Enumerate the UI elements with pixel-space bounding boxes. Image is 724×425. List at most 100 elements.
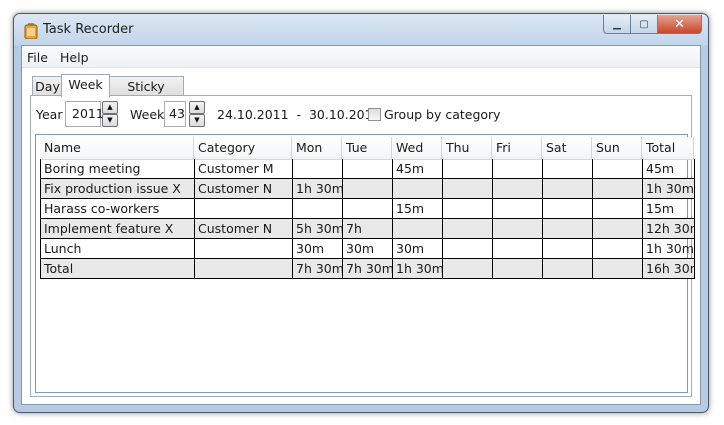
cell-fri[interactable] xyxy=(493,159,543,178)
cell-total[interactable]: 16h 30m xyxy=(643,259,695,278)
cell-thu[interactable] xyxy=(443,199,493,218)
year-up-button[interactable]: ▲ xyxy=(102,101,118,114)
cell-fri[interactable] xyxy=(493,219,543,238)
tab-day[interactable]: Day xyxy=(32,76,63,96)
minimize-icon: ▁ xyxy=(613,18,621,30)
cell-sun[interactable] xyxy=(593,179,643,198)
tab-week[interactable]: Week xyxy=(61,74,110,97)
group-by-category-checkbox[interactable] xyxy=(368,108,381,121)
cell-sat[interactable] xyxy=(543,259,593,278)
week-up-button[interactable]: ▲ xyxy=(189,101,205,114)
cell-name[interactable]: Lunch xyxy=(41,239,195,258)
cell-sat[interactable] xyxy=(543,179,593,198)
year-label: Year xyxy=(36,107,63,122)
cell-tue[interactable] xyxy=(343,199,393,218)
cell-fri[interactable] xyxy=(493,239,543,258)
cell-category[interactable]: Customer N xyxy=(195,179,293,198)
cell-mon[interactable]: 30m xyxy=(293,239,343,258)
column-header-wed[interactable]: Wed xyxy=(392,137,442,159)
column-header-sun[interactable]: Sun xyxy=(592,137,642,159)
column-header-fri[interactable]: Fri xyxy=(492,137,542,159)
table-row[interactable]: Boring meeting Customer M 45m 45m xyxy=(41,159,695,179)
cell-mon[interactable] xyxy=(293,199,343,218)
cell-total[interactable]: 15m xyxy=(643,199,695,218)
table-row[interactable]: Fix production issue X Customer N 1h 30m 1h… xyxy=(41,179,695,199)
minimize-button[interactable]: ▁ xyxy=(603,15,631,34)
group-by-category-label[interactable]: Group by category xyxy=(384,107,501,122)
cell-wed[interactable] xyxy=(393,179,443,198)
cell-total[interactable]: 12h 30m xyxy=(643,219,695,238)
cell-category[interactable]: Customer N xyxy=(195,219,293,238)
table-row[interactable]: Harass co-workers 15m 15m xyxy=(41,199,695,219)
cell-fri[interactable] xyxy=(493,259,543,278)
cell-mon[interactable]: 7h 30m xyxy=(293,259,343,278)
cell-sat[interactable] xyxy=(543,219,593,238)
column-header-total[interactable]: Total xyxy=(642,137,694,159)
cell-sun[interactable] xyxy=(593,159,643,178)
week-down-button[interactable]: ▼ xyxy=(189,114,205,127)
cell-sat[interactable] xyxy=(543,199,593,218)
year-input[interactable]: 2011 xyxy=(65,101,104,127)
grid-header: Name Category Mon Tue Wed Thu Fri Sat Sun Total xyxy=(40,137,694,160)
cell-name[interactable]: Implement feature X xyxy=(41,219,195,238)
maximize-button[interactable]: ▢ xyxy=(630,15,658,34)
cell-name[interactable]: Total xyxy=(41,259,195,278)
week-input[interactable]: 43 xyxy=(164,101,186,127)
cell-tue[interactable]: 30m xyxy=(343,239,393,258)
tab-sticky-tasks[interactable]: Sticky tasks xyxy=(108,76,184,113)
cell-category[interactable]: Customer M xyxy=(195,159,293,178)
cell-name[interactable]: Boring meeting xyxy=(41,159,195,178)
table-row[interactable]: Lunch 30m 30m 30m 1h 30m xyxy=(41,239,695,259)
cell-total[interactable]: 45m xyxy=(643,159,695,178)
cell-thu[interactable] xyxy=(443,259,493,278)
menu-file[interactable]: File xyxy=(27,50,48,65)
cell-thu[interactable] xyxy=(443,179,493,198)
close-button[interactable]: ✕ xyxy=(657,15,702,34)
cell-fri[interactable] xyxy=(493,179,543,198)
totals-row[interactable]: Total7h 30m7h 30m1h 30m16h 30m xyxy=(41,259,695,279)
cell-fri[interactable] xyxy=(493,199,543,218)
year-down-button[interactable]: ▼ xyxy=(102,114,118,127)
cell-name[interactable]: Fix production issue X xyxy=(41,179,195,198)
cell-total[interactable]: 1h 30m xyxy=(643,179,695,198)
menu-help[interactable]: Help xyxy=(60,50,89,65)
cell-sat[interactable] xyxy=(543,239,593,258)
cell-wed[interactable]: 30m xyxy=(393,239,443,258)
cell-category[interactable] xyxy=(195,239,293,258)
cell-sun[interactable] xyxy=(593,219,643,238)
cell-category[interactable] xyxy=(195,259,293,278)
cell-thu[interactable] xyxy=(443,239,493,258)
cell-total[interactable]: 1h 30m xyxy=(643,239,695,258)
cell-tue[interactable] xyxy=(343,179,393,198)
column-header-tue[interactable]: Tue xyxy=(342,137,392,159)
menu-bar: File Help xyxy=(22,46,700,68)
cell-wed[interactable]: 15m xyxy=(393,199,443,218)
cell-mon[interactable]: 5h 30m xyxy=(293,219,343,238)
cell-category[interactable] xyxy=(195,199,293,218)
cell-mon[interactable] xyxy=(293,159,343,178)
cell-wed[interactable]: 1h 30m xyxy=(393,259,443,278)
title-bar[interactable]: Task Recorder ▁ ▢ ✕ xyxy=(14,14,708,45)
cell-tue[interactable] xyxy=(343,159,393,178)
cell-sun[interactable] xyxy=(593,199,643,218)
cell-sun[interactable] xyxy=(593,239,643,258)
column-header-mon[interactable]: Mon xyxy=(292,137,342,159)
cell-wed[interactable] xyxy=(393,219,443,238)
cell-tue[interactable]: 7h 30m xyxy=(343,259,393,278)
cell-sun[interactable] xyxy=(593,259,643,278)
column-header-name[interactable]: Name xyxy=(40,137,194,159)
cell-thu[interactable] xyxy=(443,219,493,238)
cell-tue[interactable]: 7h xyxy=(343,219,393,238)
cell-thu[interactable] xyxy=(443,159,493,178)
triangle-down-icon: ▼ xyxy=(107,116,113,124)
column-header-sat[interactable]: Sat xyxy=(542,137,592,159)
cell-mon[interactable]: 1h 30m xyxy=(293,179,343,198)
cell-name[interactable]: Harass co-workers xyxy=(41,199,195,218)
column-header-thu[interactable]: Thu xyxy=(442,137,492,159)
table-row[interactable]: Implement feature X Customer N 5h 30m 7h 12h… xyxy=(41,219,695,239)
triangle-up-icon: ▲ xyxy=(194,103,200,111)
cell-wed[interactable]: 45m xyxy=(393,159,443,178)
cell-sat[interactable] xyxy=(543,159,593,178)
column-header-category[interactable]: Category xyxy=(194,137,292,159)
year-value: 2011 xyxy=(72,106,104,121)
